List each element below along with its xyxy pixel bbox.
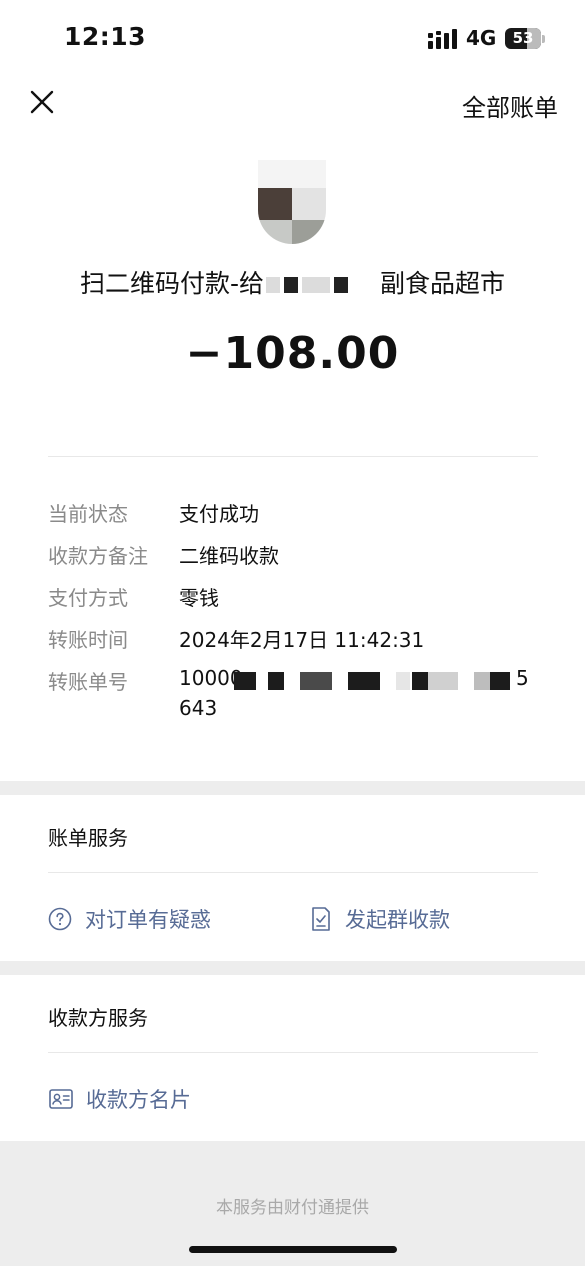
merchant-title-prefix: 扫二维码付款-给	[79, 269, 264, 298]
bill-service-title: 账单服务	[48, 826, 128, 850]
close-icon[interactable]	[28, 88, 58, 118]
payee-card-link[interactable]: 收款方名片	[86, 1084, 191, 1114]
payment-method-value: 零钱	[179, 586, 219, 610]
divider	[48, 872, 538, 873]
group-collect-link[interactable]: 发起群收款	[345, 904, 450, 934]
payee-note-label: 收款方备注	[48, 544, 148, 568]
battery-level: 53	[512, 29, 534, 47]
status-value: 支付成功	[179, 502, 259, 526]
redaction-block	[412, 672, 428, 690]
redaction-block	[266, 277, 280, 293]
redaction-block	[396, 672, 410, 690]
redaction-block	[234, 672, 256, 690]
transfer-id-end: 5	[516, 666, 529, 690]
transfer-id-line2: 643	[179, 696, 218, 720]
redaction-block	[490, 672, 510, 690]
payment-amount: −108.00	[185, 328, 400, 379]
payment-method-label: 支付方式	[48, 586, 128, 610]
home-indicator[interactable]	[189, 1246, 397, 1253]
payee-note-value: 二维码收款	[179, 544, 279, 568]
transfer-time-value: 2024年2月17日 11:42:31	[179, 628, 425, 652]
transfer-id-label: 转账单号	[48, 670, 128, 694]
battery-icon: 53	[505, 28, 541, 49]
order-question-link[interactable]: 对订单有疑惑	[85, 904, 211, 934]
question-circle-icon[interactable]	[48, 907, 72, 931]
group-collect-icon[interactable]	[310, 906, 332, 932]
section-gap	[0, 961, 585, 975]
redaction-block	[334, 277, 348, 293]
all-bills-button[interactable]: 全部账单	[462, 88, 558, 123]
battery-tip	[542, 35, 545, 43]
status-time: 12:13	[64, 22, 147, 51]
redaction-block	[474, 672, 490, 690]
redaction-block	[348, 672, 380, 690]
divider	[48, 456, 538, 457]
merchant-avatar	[258, 160, 326, 244]
redaction-block	[428, 672, 458, 690]
status-label: 当前状态	[48, 502, 128, 526]
signal-icon	[428, 29, 457, 49]
status-bar: 12:13 4G 53	[0, 0, 585, 78]
redaction-block	[284, 277, 298, 293]
merchant-title-suffix: 副食品超市	[380, 269, 506, 298]
divider	[48, 1052, 538, 1053]
footer-text: 本服务由财付通提供	[216, 1198, 369, 1218]
transfer-time-label: 转账时间	[48, 628, 128, 652]
payee-service-title: 收款方服务	[48, 1006, 148, 1030]
section-gap	[0, 781, 585, 795]
redaction-block	[302, 277, 330, 293]
merchant-title: 扫二维码付款-给 副食品超市	[0, 264, 585, 300]
redaction-block	[268, 672, 284, 690]
network-type: 4G	[466, 26, 497, 50]
redaction-block	[300, 672, 332, 690]
business-card-icon[interactable]	[49, 1089, 73, 1109]
